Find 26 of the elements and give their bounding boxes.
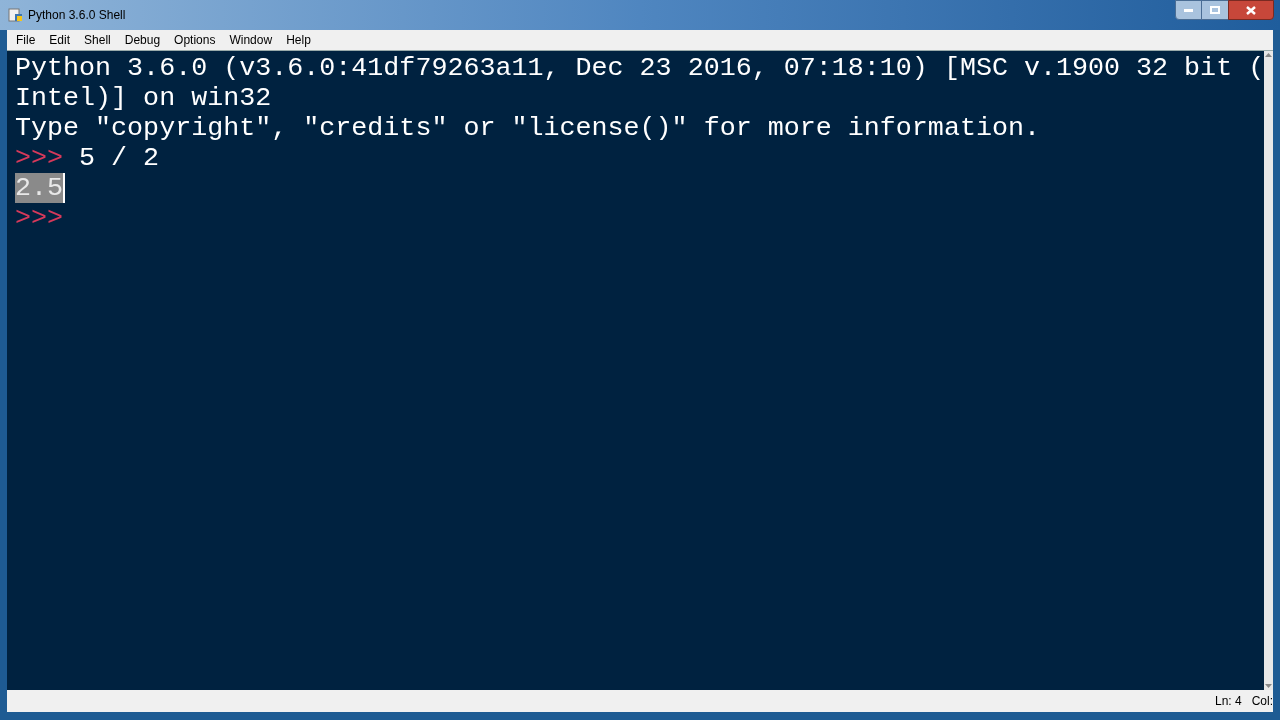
menu-item[interactable]: Help [279, 31, 318, 49]
output-text: Type "copyright", "credits" or "license()" for more information. [15, 113, 1040, 143]
column-status: Col: [1251, 693, 1273, 710]
output-text: Intel)] on win32 [15, 83, 272, 113]
line-number-status: Ln: 4 [1214, 693, 1242, 710]
menu-item[interactable]: File [9, 31, 43, 49]
close-icon [1246, 5, 1256, 15]
output-text: Python 3.6.0 (v3.6.0:41df79263a11, Dec 23 2016, 07:18:10) [MSC v.1900 32 bit ( [15, 53, 1265, 83]
input-code: 5 / 2 [79, 143, 160, 173]
scroll-down-icon [1265, 684, 1273, 688]
scroll-up-icon [1265, 53, 1273, 57]
minimize-button[interactable] [1175, 0, 1202, 20]
minimize-icon [1184, 8, 1193, 12]
menu-item[interactable]: Options [167, 31, 223, 49]
selected-output-text: 2.5 [15, 173, 66, 203]
menu-item[interactable]: Shell [77, 31, 118, 49]
menu-item[interactable]: Window [222, 31, 280, 49]
prompt: >>> [15, 143, 64, 173]
python-icon [8, 7, 24, 23]
maximize-icon [1210, 6, 1220, 14]
menu-item[interactable]: Edit [42, 31, 78, 49]
window-title: Python 3.6.0 Shell [28, 7, 126, 24]
maximize-button[interactable] [1202, 0, 1228, 20]
close-button[interactable] [1228, 0, 1274, 20]
menu-item[interactable]: Debug [117, 31, 168, 49]
prompt: >>> [15, 203, 64, 233]
